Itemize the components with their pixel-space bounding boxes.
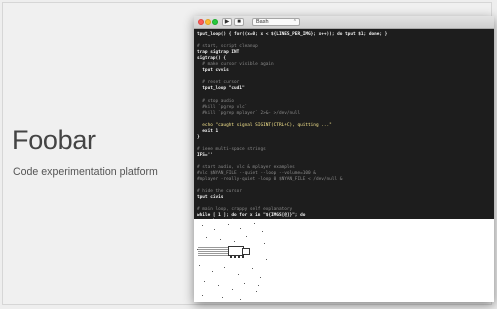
star-dot (266, 259, 268, 261)
code-editor[interactable]: tput_loop() { for((x=0; x < ${LINES_PER_… (194, 29, 494, 219)
window-minimize-button[interactable] (205, 19, 211, 25)
stop-icon: ■ (237, 19, 241, 25)
star-dot (206, 237, 208, 239)
nyan-cat-head (242, 248, 250, 255)
star-dot (232, 289, 234, 291)
app-name: Foobar (12, 125, 96, 155)
star-dot (252, 268, 254, 270)
output-panel (194, 219, 494, 302)
nyan-cat-paws (230, 256, 244, 258)
window-maximize-button[interactable] (212, 19, 218, 25)
tagline: Code experimentation platform (13, 166, 158, 178)
star-dot (256, 291, 258, 293)
code-content: tput_loop() { for((x=0; x < ${LINES_PER_… (197, 32, 387, 219)
rainbow-trail (198, 247, 228, 256)
star-dot (240, 299, 242, 301)
star-dot (254, 223, 256, 225)
star-dot (234, 241, 236, 243)
app-window: ▶ ■ Bash ⌃ tput_loop() { for((x=0; x < $… (194, 16, 494, 302)
star-dot (260, 277, 262, 279)
language-select-value: Bash (256, 19, 269, 25)
stop-button[interactable]: ■ (234, 18, 244, 26)
star-dot (264, 243, 266, 245)
star-dot (202, 295, 204, 297)
star-dot (204, 281, 206, 283)
star-dot (224, 267, 226, 269)
star-dot (218, 285, 220, 287)
star-dot (212, 271, 214, 273)
code-line: tput_loop() { for((x=0; x < ${LINES_PER_… (197, 32, 388, 37)
star-dot (246, 236, 248, 238)
run-button[interactable]: ▶ (222, 18, 232, 26)
play-icon: ▶ (224, 19, 230, 25)
star-dot (238, 274, 240, 276)
star-dot (214, 229, 216, 231)
star-dot (244, 283, 246, 285)
star-dot (222, 297, 224, 299)
window-close-button[interactable] (198, 19, 204, 25)
language-select[interactable]: Bash ⌃ (252, 18, 300, 26)
window-titlebar: ▶ ■ Bash ⌃ (194, 16, 494, 29)
star-dot (262, 231, 264, 233)
star-dot (199, 265, 201, 267)
star-dot (240, 228, 242, 230)
star-dot (228, 224, 230, 226)
chevron-updown-icon: ⌃ (292, 19, 297, 25)
star-dot (220, 239, 222, 241)
star-dot (202, 225, 204, 227)
star-dot (258, 285, 260, 287)
